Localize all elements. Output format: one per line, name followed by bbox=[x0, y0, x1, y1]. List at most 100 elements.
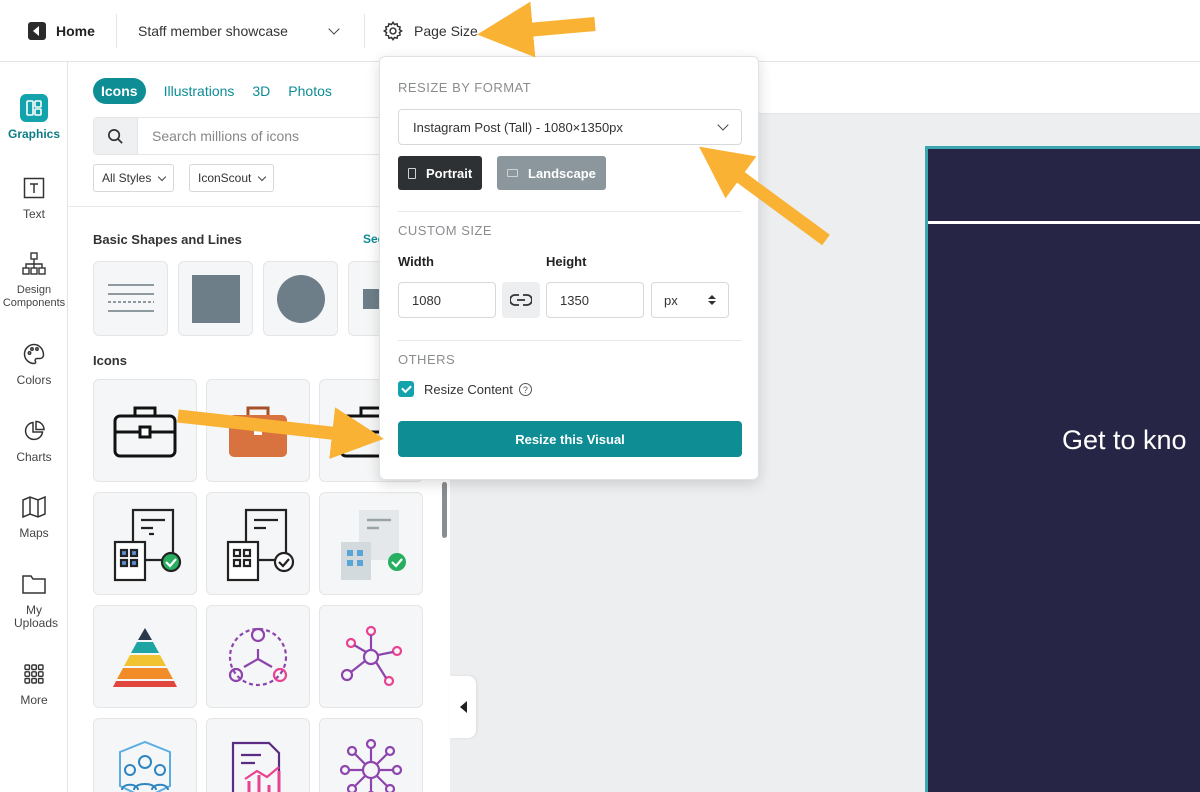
building-invoice-outline-icon bbox=[226, 508, 295, 581]
left-rail: Graphics Text Design Components Colors C… bbox=[0, 62, 68, 792]
filter-label: IconScout bbox=[198, 171, 252, 185]
icon-tile[interactable] bbox=[206, 379, 310, 482]
icon-tile[interactable] bbox=[319, 492, 423, 595]
icon-tile[interactable] bbox=[93, 492, 197, 595]
rail-item-design-components[interactable]: Design Components bbox=[0, 250, 68, 310]
icon-tile[interactable] bbox=[93, 605, 197, 708]
up-down-chevron-icon bbox=[708, 295, 716, 305]
portrait-label: Portrait bbox=[426, 165, 473, 181]
project-name-dropdown[interactable]: Staff member showcase bbox=[138, 18, 340, 44]
page-size-button[interactable]: Page Size bbox=[382, 18, 478, 44]
tab-3d[interactable]: 3D bbox=[252, 83, 270, 99]
height-input[interactable] bbox=[546, 282, 644, 318]
resize-by-format-label: RESIZE BY FORMAT bbox=[398, 80, 532, 95]
group-network-icon bbox=[119, 740, 171, 792]
square-shape-tile[interactable] bbox=[178, 261, 253, 336]
unit-value: px bbox=[664, 292, 678, 308]
icon-tile[interactable] bbox=[206, 605, 310, 708]
icons-section-title: Icons bbox=[93, 353, 127, 368]
briefcase-color-icon bbox=[229, 406, 287, 457]
unit-dropdown[interactable]: px bbox=[651, 282, 729, 318]
design-artboard[interactable]: Get to kno bbox=[925, 146, 1200, 792]
chevron-down-icon bbox=[258, 172, 267, 181]
graphics-icon bbox=[20, 94, 48, 122]
rail-item-text[interactable]: Text bbox=[0, 174, 68, 221]
tab-photos[interactable]: Photos bbox=[288, 83, 332, 99]
icon-tile[interactable] bbox=[93, 379, 197, 482]
rail-item-label: More bbox=[20, 693, 48, 707]
filter-label: All Styles bbox=[102, 171, 152, 185]
portrait-icon bbox=[408, 167, 416, 179]
rail-item-label: Charts bbox=[16, 450, 52, 464]
icon-tile[interactable] bbox=[93, 718, 197, 792]
help-icon[interactable]: ? bbox=[518, 383, 532, 396]
design-components-icon bbox=[20, 250, 48, 278]
custom-size-label: CUSTOM SIZE bbox=[398, 223, 493, 238]
style-filter-dropdown[interactable]: All Styles bbox=[93, 164, 175, 192]
grid-icon bbox=[20, 660, 48, 688]
rail-item-graphics[interactable]: Graphics bbox=[0, 94, 68, 141]
icon-tile[interactable] bbox=[319, 718, 423, 792]
rail-item-maps[interactable]: Maps bbox=[0, 493, 68, 540]
rail-item-more[interactable]: More bbox=[0, 660, 68, 707]
topbar-divider bbox=[116, 14, 117, 48]
home-button[interactable]: Home bbox=[28, 18, 95, 44]
network-nodes-icon bbox=[340, 625, 403, 686]
lines-shape-tile[interactable] bbox=[93, 261, 168, 336]
height-label: Height bbox=[546, 254, 587, 269]
tab-illustrations[interactable]: Illustrations bbox=[164, 83, 235, 99]
resize-content-label: Resize Content bbox=[424, 382, 513, 397]
source-filter-dropdown[interactable]: IconScout bbox=[189, 164, 275, 192]
artboard-heading[interactable]: Get to kno bbox=[1062, 425, 1187, 456]
rail-item-my-uploads[interactable]: My Uploads bbox=[0, 570, 68, 630]
tab-icons[interactable]: Icons bbox=[93, 78, 146, 104]
landscape-button[interactable]: Landscape bbox=[497, 156, 606, 190]
palette-icon bbox=[20, 340, 48, 368]
chevron-left-icon bbox=[459, 701, 467, 713]
search-button[interactable] bbox=[94, 118, 138, 154]
rail-item-label: Graphics bbox=[7, 127, 61, 141]
rail-item-colors[interactable]: Colors bbox=[0, 340, 68, 387]
circle-shape-tile[interactable] bbox=[263, 261, 338, 336]
back-arrow-icon bbox=[28, 22, 46, 40]
rail-item-label: Colors bbox=[16, 373, 52, 387]
chevron-down-icon bbox=[158, 172, 167, 181]
artboard-divider-line bbox=[928, 221, 1200, 224]
chevron-down-icon bbox=[717, 119, 729, 131]
rail-item-label: Text bbox=[22, 207, 45, 221]
collapse-panel-button[interactable] bbox=[450, 676, 476, 738]
rail-item-charts[interactable]: Charts bbox=[0, 417, 68, 464]
text-icon bbox=[20, 174, 48, 202]
building-invoice-flat-icon bbox=[341, 509, 406, 580]
format-value: Instagram Post (Tall) - 1080×1350px bbox=[413, 119, 623, 135]
map-icon bbox=[20, 493, 48, 521]
rail-item-label: My Uploads bbox=[14, 603, 59, 630]
lock-aspect-button[interactable] bbox=[502, 282, 540, 318]
page-size-popover: RESIZE BY FORMAT Instagram Post (Tall) -… bbox=[379, 56, 759, 480]
top-bar: Home Staff member showcase Page Size bbox=[0, 0, 1200, 62]
icon-tile[interactable] bbox=[319, 605, 423, 708]
square-icon bbox=[191, 274, 240, 323]
pyramid-icon bbox=[113, 627, 177, 687]
resize-content-label-row: Resize Content ? bbox=[424, 382, 532, 397]
landscape-icon bbox=[507, 169, 518, 177]
briefcase-outline-icon bbox=[113, 406, 177, 457]
link-icon bbox=[510, 294, 532, 306]
portrait-button[interactable]: Portrait bbox=[398, 156, 483, 190]
home-label: Home bbox=[56, 23, 95, 39]
icon-tile[interactable] bbox=[206, 718, 310, 792]
width-label: Width bbox=[398, 254, 434, 269]
asset-tabs: Icons Illustrations 3D Photos bbox=[93, 78, 332, 104]
resize-visual-button[interactable]: Resize this Visual bbox=[398, 421, 742, 457]
team-network-icon bbox=[228, 627, 288, 686]
search-input[interactable] bbox=[138, 128, 378, 144]
chevron-down-icon bbox=[328, 23, 340, 35]
resize-content-checkbox[interactable] bbox=[398, 381, 414, 397]
landscape-label: Landscape bbox=[528, 165, 596, 181]
width-input[interactable] bbox=[398, 282, 496, 318]
panel-scrollbar[interactable] bbox=[442, 482, 447, 538]
popover-divider bbox=[398, 211, 742, 212]
building-invoice-icon bbox=[113, 508, 182, 581]
icon-tile[interactable] bbox=[206, 492, 310, 595]
format-dropdown[interactable]: Instagram Post (Tall) - 1080×1350px bbox=[398, 109, 742, 145]
